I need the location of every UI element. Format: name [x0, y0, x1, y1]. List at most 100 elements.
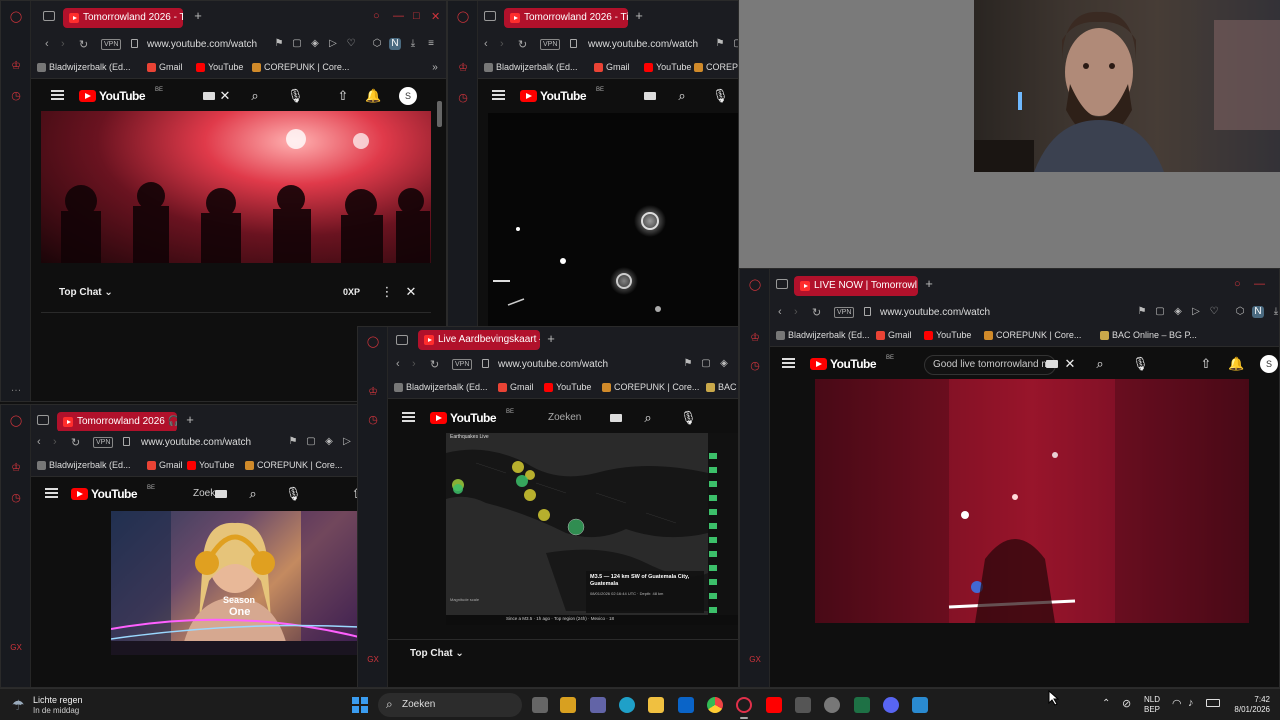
back-icon[interactable]: ‹ [37, 436, 41, 448]
reload-icon[interactable]: ↻ [79, 38, 88, 51]
upload-icon[interactable]: ⇧ [335, 88, 351, 104]
shield-icon[interactable]: ◈ [309, 38, 321, 50]
bookmark-youtube[interactable]: YouTube [644, 62, 691, 72]
language-bottom[interactable]: BEP [1144, 705, 1160, 715]
bookmark-folder[interactable]: Bladwijzerbalk (Ed... [394, 382, 488, 392]
forward-icon[interactable]: › [794, 306, 798, 318]
bookmark-corepunk[interactable]: COREPUNK | Core... [252, 62, 349, 72]
microphone-icon[interactable]: 🎙 [285, 486, 302, 502]
keyboard-icon[interactable] [610, 414, 622, 422]
volume-icon[interactable]: ♪ [1188, 697, 1194, 709]
weather-icon[interactable]: ☂ [12, 697, 25, 714]
bookmark-folder[interactable]: Bladwijzerbalk (Ed... [37, 460, 131, 470]
search-input[interactable]: Good live tomorrowland m [924, 355, 1056, 375]
avatar[interactable]: S [1260, 355, 1278, 373]
settings-icon[interactable] [824, 697, 840, 713]
vpn-badge[interactable]: VPN [101, 39, 122, 50]
file-explorer-icon[interactable] [648, 697, 664, 713]
play-icon[interactable]: ▷ [327, 38, 339, 50]
video-player[interactable] [815, 379, 1249, 623]
aria-icon[interactable]: ♔ [9, 59, 23, 73]
top-chat-dropdown[interactable]: Top Chat ⌄ [59, 287, 113, 298]
opera-logo-icon[interactable]: ◯ [366, 335, 380, 349]
photos-icon[interactable] [912, 697, 928, 713]
reload-icon[interactable]: ↻ [71, 436, 80, 449]
hamburger-menu-icon[interactable] [402, 412, 415, 422]
bookmark-youtube[interactable]: YouTube [544, 382, 591, 392]
download-icon[interactable]: ⤓ [1270, 306, 1279, 318]
bookmark-corepunk[interactable]: COREPUNK | Core... [694, 62, 738, 72]
opera-gx-icon[interactable]: GX [366, 653, 380, 667]
search-icon[interactable]: ⌕ [674, 88, 690, 104]
hamburger-menu-icon[interactable] [51, 90, 64, 100]
youtube-logo[interactable]: YouTube BE [430, 409, 514, 425]
minimize-icon[interactable]: — [393, 10, 404, 22]
opera-gx-icon[interactable] [736, 697, 752, 713]
profile-icon[interactable]: N [1252, 306, 1264, 318]
url-field[interactable]: www.youtube.com/watch [880, 307, 990, 318]
aria-icon[interactable]: ♔ [456, 61, 470, 75]
reload-icon[interactable]: ↻ [518, 38, 527, 51]
workspaces-icon[interactable] [776, 279, 788, 289]
tab-active[interactable]: Tomorrowland 2026 🎧 DJ [57, 412, 177, 432]
avatar[interactable]: S [399, 87, 417, 105]
top-chat-dropdown[interactable]: Top Chat ⌄ [410, 648, 464, 659]
history-icon[interactable]: ◷ [9, 89, 23, 103]
history-icon[interactable]: ◷ [748, 359, 762, 373]
outlook-icon[interactable] [678, 697, 694, 713]
bookmark-icon[interactable]: ⚑ [714, 38, 726, 50]
maximize-icon[interactable]: □ [413, 10, 420, 22]
play-icon[interactable]: ▷ [1190, 306, 1202, 318]
download-icon[interactable]: ⤓ [407, 38, 419, 50]
shield-icon[interactable]: ◈ [323, 436, 335, 448]
keyboard-icon[interactable] [644, 92, 656, 100]
vpn-badge[interactable]: VPN [834, 307, 855, 318]
microphone-icon[interactable]: 🎙 [287, 88, 304, 104]
opera-logo-icon[interactable]: ◯ [9, 10, 23, 24]
extensions-icon[interactable]: ⬡ [1234, 306, 1246, 318]
opera-gx-icon[interactable]: GX [9, 641, 23, 655]
aria-icon[interactable]: ♔ [748, 331, 762, 345]
history-icon[interactable]: ◷ [9, 491, 23, 505]
bookmark-icon[interactable]: ⚑ [682, 358, 694, 370]
network-off-icon[interactable]: ⊘ [1122, 697, 1131, 710]
search-tabs-icon[interactable]: ○ [1234, 278, 1241, 290]
bookmark-icon[interactable]: ⚑ [273, 38, 285, 50]
battery-icon[interactable] [1206, 699, 1220, 707]
heart-icon[interactable]: ♡ [1208, 306, 1220, 318]
reload-icon[interactable]: ↻ [430, 358, 439, 371]
new-tab-icon[interactable]: + [191, 9, 205, 23]
store-icon[interactable] [560, 697, 576, 713]
hamburger-menu-icon[interactable] [782, 358, 795, 368]
hamburger-menu-icon[interactable] [492, 90, 505, 100]
earthquake-map-video[interactable]: Earthquakes Live M3.5 — 124 km SW of Gua… [446, 433, 738, 625]
language-top[interactable]: NLD [1144, 695, 1160, 705]
workspaces-icon[interactable] [43, 11, 55, 21]
aria-icon[interactable]: ♔ [366, 385, 380, 399]
tray-overflow-icon[interactable]: ⌃ [1102, 698, 1110, 709]
back-icon[interactable]: ‹ [396, 358, 400, 370]
shield-icon[interactable]: ◈ [1172, 306, 1184, 318]
youtube-logo[interactable]: YouTube BE [810, 355, 894, 371]
chat-more-icon[interactable]: ⋮ [379, 284, 395, 300]
notifications-icon[interactable]: 🔔 [1228, 356, 1244, 372]
workspaces-icon[interactable] [37, 415, 49, 425]
forward-icon[interactable]: › [53, 436, 57, 448]
profile-icon[interactable]: N [389, 38, 401, 50]
workspaces-icon[interactable] [396, 335, 408, 345]
minimize-icon[interactable]: — [1254, 278, 1265, 290]
bookmark-folder[interactable]: Bladwijzerbalk (Ed... [776, 330, 870, 340]
edge-icon[interactable] [619, 697, 635, 713]
youtube-logo[interactable]: YouTube BE [520, 87, 604, 103]
url-field[interactable]: www.youtube.com/watch [498, 359, 608, 370]
more-icon[interactable]: … [9, 381, 23, 395]
tab-active[interactable]: Live Aardbevingskaart — W [418, 330, 540, 350]
url-field[interactable]: www.youtube.com/watch [147, 39, 257, 50]
vpn-badge[interactable]: VPN [93, 437, 114, 448]
opera-gx-icon[interactable]: GX [748, 653, 762, 667]
url-field[interactable]: www.youtube.com/watch [141, 437, 251, 448]
video-player[interactable]: Season One [111, 511, 359, 655]
bookmark-icon[interactable]: ⚑ [1136, 306, 1148, 318]
back-icon[interactable]: ‹ [45, 38, 49, 50]
opera-logo-icon[interactable]: ◯ [456, 10, 470, 24]
